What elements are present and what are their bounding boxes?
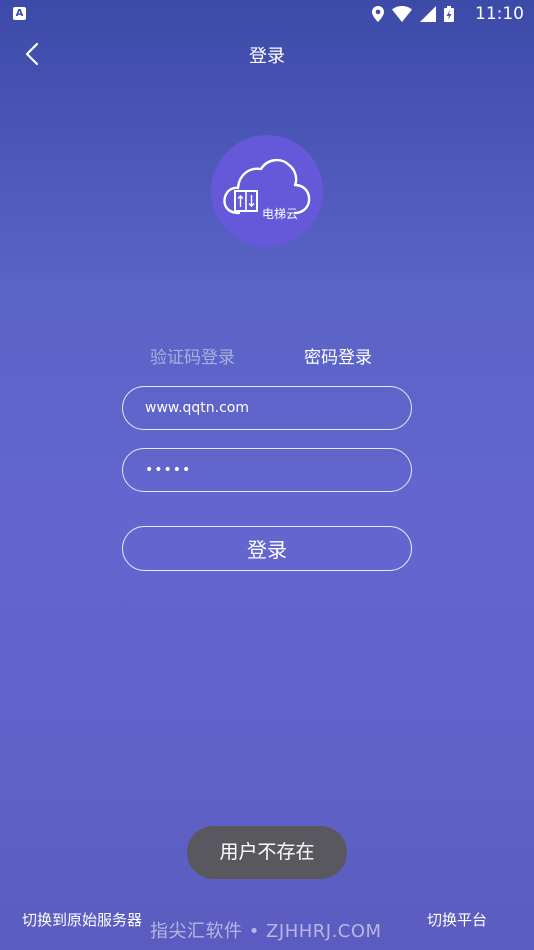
clock: 11:10 — [475, 4, 524, 24]
battery-charging-icon — [444, 6, 454, 22]
logo-text: 电梯云 — [262, 207, 299, 221]
page-title: 登录 — [249, 46, 285, 67]
cloud-elevator-icon — [223, 158, 311, 215]
location-icon — [372, 6, 384, 22]
tab-password-login[interactable]: 密码登录 — [304, 343, 372, 368]
status-bar: A 11:10 — [0, 0, 534, 28]
password-input[interactable] — [122, 448, 412, 492]
switch-original-server-link[interactable]: 切换到原始服务器 — [22, 909, 142, 930]
app-notification-icon: A — [13, 7, 26, 20]
app-header: 登录 — [0, 28, 534, 80]
wifi-icon — [392, 6, 412, 22]
username-input[interactable] — [122, 386, 412, 430]
signal-icon — [420, 6, 436, 22]
toast-message: 用户不存在 — [187, 826, 347, 879]
login-button[interactable]: 登录 — [122, 526, 412, 571]
tab-code-login[interactable]: 验证码登录 — [150, 343, 235, 368]
app-logo: 电梯云 — [211, 135, 323, 247]
switch-platform-link[interactable]: 切换平台 — [427, 909, 487, 930]
watermark: 指尖汇软件 • ZJHHRJ.COM — [150, 921, 382, 942]
status-icons — [372, 6, 454, 22]
